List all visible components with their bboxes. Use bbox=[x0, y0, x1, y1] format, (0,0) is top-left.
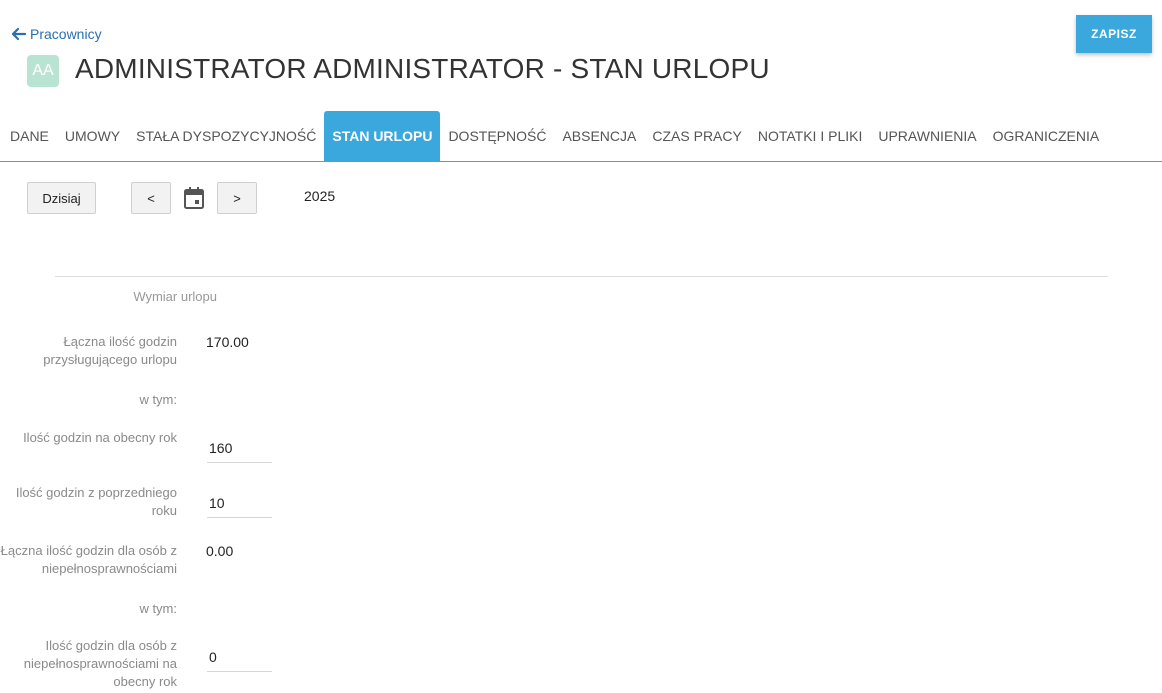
previous-year-hours-input[interactable] bbox=[207, 488, 272, 518]
tab-ograniczenia[interactable]: OGRANICZENIA bbox=[985, 111, 1108, 161]
page: Pracownicy AA ADMINISTRATOR ADMINISTRATO… bbox=[0, 0, 1162, 693]
save-button[interactable]: ZAPISZ bbox=[1076, 15, 1152, 53]
previous-year-hours-label: Ilość godzin z poprzedniego roku bbox=[15, 485, 177, 518]
tab-stala-dyspozycyjnosc[interactable]: STAŁA DYSPOZYCYJNOŚĆ bbox=[128, 111, 324, 161]
back-link[interactable]: Pracownicy bbox=[12, 26, 102, 42]
next-year-button[interactable]: > bbox=[217, 182, 257, 214]
tab-dostepnosc[interactable]: DOSTĘPNOŚĆ bbox=[440, 111, 554, 161]
tab-bar: DANE UMOWY STAŁA DYSPOZYCYJNOŚĆ STAN URL… bbox=[0, 111, 1162, 162]
section-divider bbox=[55, 276, 1108, 277]
tab-dane[interactable]: DANE bbox=[0, 111, 57, 161]
tab-czas-pracy[interactable]: CZAS PRACY bbox=[644, 111, 749, 161]
tab-stan-urlopu[interactable]: STAN URLOPU bbox=[324, 111, 441, 161]
including-label-disabled: w tym: bbox=[139, 601, 177, 616]
current-year-hours-label: Ilość godzin na obecny rok bbox=[23, 430, 177, 445]
page-title: ADMINISTRATOR ADMINISTRATOR - STAN URLOP… bbox=[75, 53, 770, 84]
total-hours-label: Łączna ilość godzin przysługującego urlo… bbox=[43, 334, 177, 367]
arrow-left-icon bbox=[12, 28, 26, 40]
tab-uprawnienia[interactable]: UPRAWNIENIA bbox=[870, 111, 984, 161]
tab-notatki-i-pliki[interactable]: NOTATKI I PLIKI bbox=[750, 111, 871, 161]
tab-umowy[interactable]: UMOWY bbox=[57, 111, 128, 161]
disabled-current-year-hours-input[interactable] bbox=[207, 642, 272, 672]
including-label: w tym: bbox=[139, 392, 177, 407]
today-button[interactable]: Dzisiaj bbox=[27, 182, 96, 214]
calendar-icon[interactable] bbox=[183, 186, 205, 210]
tab-absencja[interactable]: ABSENCJA bbox=[554, 111, 644, 161]
disabled-total-hours-value: 0.00 bbox=[206, 543, 234, 559]
total-hours-value: 170.00 bbox=[206, 334, 249, 350]
avatar: AA bbox=[27, 55, 59, 87]
prev-year-button[interactable]: < bbox=[131, 182, 171, 214]
section-title: Wymiar urlopu bbox=[133, 289, 217, 304]
disabled-total-hours-label: Łączna ilość godzin dla osób z niepełnos… bbox=[0, 543, 177, 576]
back-link-label: Pracownicy bbox=[30, 26, 102, 42]
current-year-hours-input[interactable] bbox=[207, 433, 272, 463]
year-label: 2025 bbox=[304, 188, 336, 204]
disabled-current-year-hours-label: Ilość godzin dla osób z niepełnosprawnoś… bbox=[23, 638, 177, 689]
